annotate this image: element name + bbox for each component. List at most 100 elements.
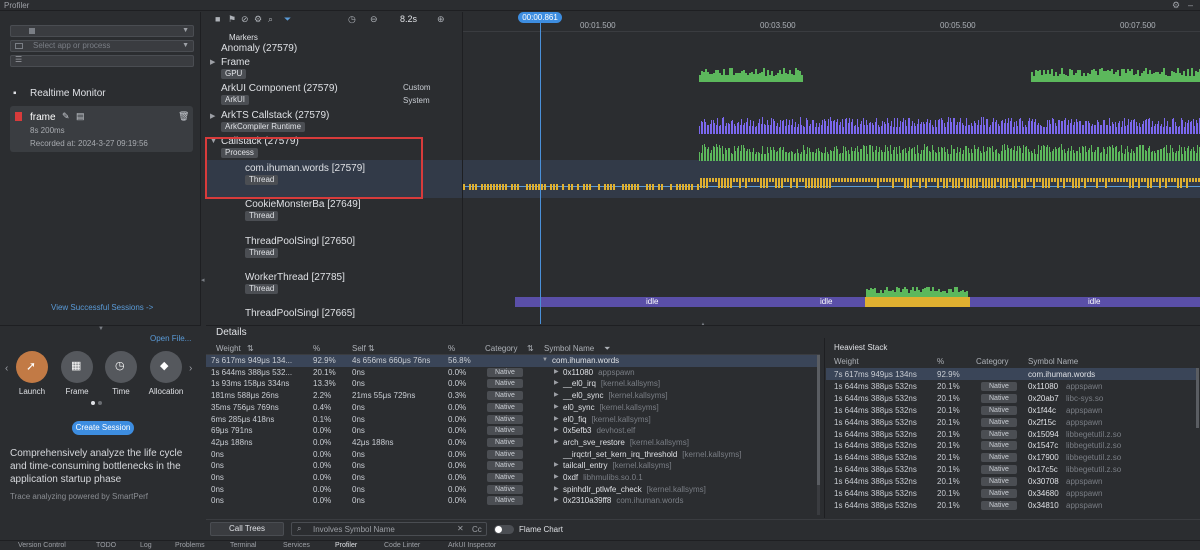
table-row[interactable]: 0ns 0.0% 0ns 0.0% Native ▶ spinhdlr_ptlwfe_che… [211,484,817,495]
callstack-activity-chart[interactable] [463,137,1200,161]
details-scrollbar-thumb[interactable] [817,355,820,485]
heaviest-row[interactable]: 7s 617ms 949μs 134ns 92.9% com.ihuman.word… [828,369,1198,380]
zoom-in-icon[interactable]: ⊕ [437,14,445,25]
funnel-icon[interactable]: ⏷ [284,14,291,25]
filter-icon[interactable]: ⊘ [241,14,249,25]
edit-icon[interactable]: ✎ [62,111,70,122]
delete-icon[interactable]: 🗑 [178,111,189,122]
track-cookie-thread[interactable]: CookieMonsterBa [27649] [245,199,361,210]
table-row[interactable]: 1s 93ms 158μs 334ns 13.3% 0ns 0.0% Native ▶ __… [211,378,817,389]
status-todo[interactable]: TODO [96,542,116,549]
symbol-search-field[interactable]: ⌕ Involves Symbol Name ✕ Cc [291,522,487,536]
time-cursor-label[interactable]: 00:00.861 [518,12,562,23]
status-version-control[interactable]: Version Control [18,542,66,549]
process-select[interactable]: Select app or process ▼ [10,40,194,52]
table-row[interactable]: 181ms 588μs 26ns 2.2% 21ms 55μs 729ns 0.3% N… [211,390,817,401]
allocation-option[interactable]: ◆ [150,351,182,383]
heaviest-row[interactable]: 1s 644ms 388μs 532ns 20.1% Native 0x17c5c li… [828,464,1198,475]
track-arkts[interactable]: ArkTS Callstack (27579) [221,110,329,121]
heaviest-row[interactable]: 1s 644ms 388μs 532ns 20.1% Native 0x15094 li… [828,429,1198,440]
track-worker-thread[interactable]: WorkerThread [27785] [245,272,345,283]
col-pct2[interactable]: % [448,343,455,354]
sort-icon[interactable]: ⇅ [247,343,254,354]
track-threadpool-2[interactable]: ThreadPoolSingl [27665] [245,308,355,319]
timer-icon[interactable]: ◷ [348,14,356,25]
stop-icon[interactable]: ■ [215,14,220,24]
status-services[interactable]: Services [283,542,310,549]
session-list-select[interactable]: ☰ [10,55,194,67]
heaviest-row[interactable]: 1s 644ms 388μs 532ns 20.1% Native 0x30708 ap… [828,476,1198,487]
heaviest-row[interactable]: 1s 644ms 388μs 532ns 20.1% Native 0x1547c li… [828,440,1198,451]
hcol-symbol[interactable]: Symbol Name [1028,357,1078,366]
heaviest-row[interactable]: 1s 644ms 388μs 532ns 20.1% Native 0x17900 li… [828,452,1198,463]
time-ruler[interactable]: 00:01.500 00:03.500 00:05.500 00:07.500 [463,12,1200,32]
idle-state-bar[interactable]: idle idle idle [515,297,1200,307]
table-row[interactable]: 42μs 188ns 0.0% 42μs 188ns 0.0% Native ▶ arch_… [211,437,817,448]
page-dot[interactable] [98,401,102,405]
settings-icon[interactable]: ⚙ [254,14,262,25]
call-trees-button[interactable]: Call Trees [210,522,284,536]
case-toggle[interactable]: Cc [472,525,482,534]
heaviest-row[interactable]: 1s 644ms 388μs 532ns 20.1% Native 0x2f15c ap… [828,417,1198,428]
track-arkui[interactable]: ArkUI Component (27579) [221,83,338,94]
notes-icon[interactable]: ▤ [76,111,85,122]
track-frame[interactable]: Frame [221,57,250,68]
table-row[interactable]: 0ns 0.0% 0ns 0.0% Native ▶ 0x2310a39ff8 com.ihu… [211,495,817,506]
frame-option[interactable]: ▦ [61,351,93,383]
gear-icon[interactable]: ⚙ [1172,0,1180,11]
tree-arrow-icon[interactable]: ▶ [554,484,559,495]
col-category[interactable]: Category [485,343,517,354]
table-row[interactable]: 0ns 0.0% 0ns 0.0% Native ▶ tailcall_entry [kern… [211,460,817,471]
tree-arrow-icon[interactable]: ▼ [542,355,548,366]
expand-arrow-icon[interactable]: ▶ [210,58,215,66]
collapse-icon[interactable]: ▼ [98,326,104,332]
tree-arrow-icon[interactable]: ▶ [554,367,559,378]
next-arrow-icon[interactable]: › [189,363,192,374]
open-file-link[interactable]: Open File... [150,334,191,343]
filter-icon[interactable]: ⏷ [604,343,610,354]
status-problems[interactable]: Problems [175,542,205,549]
table-row[interactable]: 1s 644ms 388μs 532... 20.1% 0ns 0.0% Native ▶… [211,367,817,378]
running-segment[interactable] [865,297,970,307]
heaviest-row[interactable]: 1s 644ms 388μs 532ns 20.1% Native 0x34810 ap… [828,500,1198,511]
tree-arrow-icon[interactable]: ▶ [554,425,559,436]
status-arkui-inspector[interactable]: ArkUI Inspector [448,542,496,549]
col-pct[interactable]: % [313,343,320,354]
tree-arrow-icon[interactable]: ▶ [554,378,559,389]
prev-arrow-icon[interactable]: ‹ [5,363,8,374]
worker-activity-chart[interactable] [463,284,1200,298]
hcol-category[interactable]: Category [976,357,1008,366]
sort-icon[interactable]: ⇅ [368,343,375,354]
tree-arrow-icon[interactable]: ▶ [554,495,559,506]
tree-arrow-icon[interactable]: ▶ [554,437,559,448]
tree-arrow-icon[interactable]: ▶ [554,460,559,471]
thread-activity-chart[interactable] [463,178,1200,196]
status-terminal[interactable]: Terminal [230,542,256,549]
status-log[interactable]: Log [140,542,152,549]
heaviest-scrollbar[interactable] [1196,368,1199,428]
table-row[interactable]: 6ms 285μs 418ns 0.1% 0ns 0.0% Native ▶ el0_fiq… [211,414,817,425]
zoom-out-icon[interactable]: ⊖ [370,14,378,25]
tree-arrow-icon[interactable]: ▶ [554,414,559,425]
track-anomaly[interactable]: Anomaly (27579) [221,43,297,54]
expand-arrow-icon[interactable]: ▶ [210,112,215,120]
view-sessions-link[interactable]: View Successful Sessions -> [51,303,153,312]
time-option[interactable]: ◷ [105,351,137,383]
flame-chart-toggle[interactable] [494,525,514,534]
flag-icon[interactable]: ⚑ [228,14,236,25]
status-code-linter[interactable]: Code Linter [384,542,420,549]
create-session-button[interactable]: Create Session [72,421,134,435]
device-select[interactable]: ▼ [10,25,194,37]
time-cursor-line[interactable] [540,19,541,324]
session-card[interactable]: frame ✎ ▤ 🗑 8s 200ms Recorded at: 2024-3… [10,106,193,152]
tree-arrow-icon[interactable]: ▶ [554,390,559,401]
col-self[interactable]: Self [352,343,366,354]
table-row[interactable]: 0ns 0.0% 0ns 0.0% Native __irqctrl_set_kern_i… [211,449,817,460]
tree-arrow-icon[interactable]: ▶ [554,402,559,413]
sort-icon[interactable]: ⇅ [527,343,534,354]
track-threadpool-1[interactable]: ThreadPoolSingl [27650] [245,236,355,247]
table-row[interactable]: 0ns 0.0% 0ns 0.0% Native ▶ 0xdf libhmulibs.so.0… [211,472,817,483]
tree-arrow-icon[interactable]: ▶ [554,472,559,483]
search-icon[interactable]: ⌕ [268,14,273,25]
splitter-arrow-icon[interactable]: ◂ [201,276,205,284]
